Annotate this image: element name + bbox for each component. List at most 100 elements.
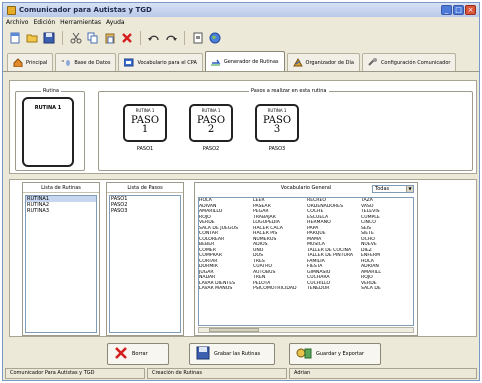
status-app-name: Comunicador Para Autistas y TGD [5, 368, 145, 379]
step-card-1[interactable]: RUTINA 1 PASO 1 [123, 104, 167, 142]
undo-icon[interactable] [147, 31, 161, 45]
copy-icon[interactable] [86, 31, 100, 45]
rutina-group-label: Rutina [41, 88, 62, 94]
vocabulary-box: Vocabulario General Todas ▼ HOLA ADIVAN AM… [194, 182, 418, 336]
maximize-button[interactable]: □ [453, 5, 464, 15]
pasos-list-box: Lista de Pasos PASO1 PASO2 PASO3 [106, 182, 184, 336]
vocabulary-column: LEER PASEAR PEGAR TRABAJAR LOGOPEDIA HACER CA… [253, 198, 307, 325]
chevron-down-icon[interactable]: ▼ [406, 186, 413, 192]
help-globe-icon[interactable] [208, 31, 222, 45]
step-caption: PASO2 [202, 146, 220, 152]
step-card-2[interactable]: RUTINA 1 PASO 2 [189, 104, 233, 142]
rutinas-listbox[interactable]: RUTINA1 RUTINA2 RUTINA3 [25, 195, 97, 333]
page-icon[interactable] [191, 31, 205, 45]
vocabulary-column: RECREO ORDENADORES COCHE ESCUELA HERMANO PAPA… [307, 198, 361, 325]
list-item[interactable]: RUTINA3 [26, 208, 96, 214]
paste-icon[interactable] [103, 31, 117, 45]
step-card-number: 3 [273, 124, 281, 135]
tab-principal[interactable]: Principal [7, 53, 54, 71]
borrar-button[interactable]: Borrar [107, 343, 169, 365]
grabar-label: Grabar las Rutinas [214, 351, 261, 357]
vocabulary-column: TAZA VASO TELEVIS CUMPLE CINCO SEIS SIETE OCHO N… [361, 198, 407, 325]
pasos-listbox[interactable]: PASO1 PASO2 PASO3 [109, 195, 181, 333]
redo-icon[interactable] [164, 31, 178, 45]
step-card-number: 2 [207, 124, 215, 135]
vocabulary-item[interactable]: TENEDOR [307, 286, 361, 292]
svg-text:“: “ [61, 59, 65, 67]
close-button[interactable]: × [465, 5, 476, 15]
minimize-button[interactable]: _ [441, 5, 452, 15]
tab-label: Configuración Comunicador [380, 59, 451, 66]
menu-herramientas[interactable]: Herramientas [60, 19, 101, 26]
vocabulary-filter-select[interactable]: Todas ▼ [372, 185, 414, 193]
step-card-3[interactable]: RUTINA 1 PASO 3 [255, 104, 299, 142]
window-title: Comunicador para Autistas y TGD [19, 6, 152, 14]
delete-icon[interactable] [120, 31, 134, 45]
delete-icon [114, 346, 128, 362]
vocabulary-item[interactable]: TALLER DE PINTURA [307, 253, 361, 259]
save-icon [196, 346, 210, 362]
routine-card-title: RUTINA 1 [34, 105, 62, 111]
vocabulary-item[interactable]: LAVAR MANOS [199, 286, 253, 292]
menu-bar: Archivo Edición Herramientas Ayuda [3, 17, 479, 27]
scrollbar-thumb[interactable] [209, 328, 259, 332]
organizer-icon [292, 58, 303, 67]
tab-generador-rutinas[interactable]: Generador de Rutinas [204, 51, 285, 71]
step-card-header: RUTINA 1 [267, 108, 287, 113]
save-icon[interactable] [42, 31, 56, 45]
pasos-group: Pasos a realizar en esta rutina RUTINA 1… [98, 88, 473, 171]
tab-label: Organizador de Día [305, 59, 354, 66]
rutinas-list-box: Lista de Rutinas RUTINA1 RUTINA2 RUTINA3 [22, 182, 100, 336]
generator-icon [210, 57, 221, 66]
guardar-label: Guardar y Exportar [316, 351, 364, 357]
vocabulary-filter-value: Todas [375, 186, 390, 192]
home-icon [13, 58, 23, 67]
status-user: Adrian [289, 368, 477, 379]
vocabulary-column: HOLA ADIVAN AMARILLO ROJO VERDE SALA DE JUEGO… [199, 198, 253, 325]
open-folder-icon[interactable] [25, 31, 39, 45]
tab-configuracion[interactable]: Configuración Comunicador [361, 53, 457, 71]
routine-panel: Rutina RUTINA 1 Pasos a realizar en esta… [9, 80, 477, 174]
tab-vocabulario[interactable]: Vocabulario para el CPA [118, 53, 203, 71]
vocabulary-item[interactable]: SALA DE [361, 286, 407, 292]
title-bar: Comunicador para Autistas y TGD _ □ × [3, 3, 479, 17]
step-caption: PASO3 [268, 146, 286, 152]
tab-label: Base de Datos [74, 59, 111, 66]
menu-ayuda[interactable]: Ayuda [106, 19, 125, 26]
vocabulary-item[interactable]: PSICOMOTRICIDAD [253, 286, 307, 292]
app-icon [7, 5, 16, 15]
status-section: Creación de Rutinas [147, 368, 287, 379]
borrar-label: Borrar [132, 351, 148, 357]
pasos-group-label: Pasos a realizar en esta rutina [249, 88, 329, 94]
vocabulary-icon [124, 58, 134, 67]
list-item[interactable]: PASO3 [110, 208, 180, 214]
tab-strip: Principal “ Base de Datos Vocabulario pa… [3, 50, 479, 72]
step-card-header: RUTINA 1 [135, 108, 155, 113]
database-icon: “ [61, 58, 71, 67]
step-card-number: 1 [141, 124, 149, 135]
tab-label: Principal [26, 59, 48, 66]
pasos-list-header: Lista de Pasos [107, 183, 183, 193]
rutinas-list-header: Lista de Rutinas [23, 183, 99, 193]
grabar-rutinas-button[interactable]: Grabar las Rutinas [189, 343, 275, 365]
app-window: Comunicador para Autistas y TGD _ □ × Ar… [2, 2, 480, 381]
tab-organizador-dia[interactable]: Organizador de Día [286, 53, 360, 71]
export-icon [296, 346, 312, 362]
menu-edicion[interactable]: Edición [33, 19, 55, 26]
status-bar: Comunicador Para Autistas y TGD Creación… [5, 368, 477, 379]
new-icon[interactable] [8, 31, 22, 45]
menu-archivo[interactable]: Archivo [6, 19, 28, 26]
toolbar-separator [62, 31, 63, 45]
tab-label: Generador de Rutinas [223, 58, 279, 65]
tab-base-de-datos[interactable]: “ Base de Datos [55, 53, 117, 71]
toolbar-separator [140, 31, 141, 45]
cut-icon[interactable] [69, 31, 83, 45]
lists-panel: Lista de Rutinas RUTINA1 RUTINA2 RUTINA3… [9, 179, 477, 337]
guardar-exportar-button[interactable]: Guardar y Exportar [289, 343, 381, 365]
step-caption: PASO1 [136, 146, 154, 152]
rutina-group: Rutina RUTINA 1 [15, 88, 85, 171]
vocabulary-grid[interactable]: HOLA ADIVAN AMARILLO ROJO VERDE SALA DE JUEGO… [198, 197, 414, 326]
routine-card[interactable]: RUTINA 1 [22, 97, 74, 167]
settings-icon [368, 58, 378, 67]
horizontal-scrollbar[interactable] [198, 327, 414, 333]
